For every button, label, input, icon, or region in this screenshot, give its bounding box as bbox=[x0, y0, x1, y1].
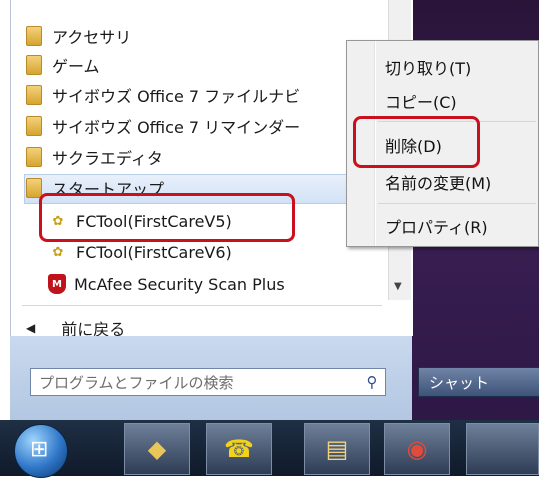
file-manager-icon: ▤ bbox=[325, 435, 349, 463]
fctool-icon: ✿ bbox=[52, 244, 64, 260]
context-menu-label: プロパティ(R) bbox=[385, 218, 488, 237]
program-folder-label: サクラエディタ bbox=[52, 149, 163, 168]
context-menu-properties[interactable]: プロパティ(R) bbox=[385, 214, 488, 238]
context-menu-label: 名前の変更(M) bbox=[385, 174, 492, 193]
taskbar-button-file-manager[interactable]: ▤ bbox=[304, 423, 370, 475]
taskbar-button-explorer[interactable]: ◆ bbox=[124, 423, 190, 475]
program-folder-games[interactable]: ゲーム bbox=[26, 51, 100, 79]
phone-icon: ☎ bbox=[224, 435, 254, 463]
highlight-box-delete bbox=[353, 116, 480, 168]
context-menu-label: 切り取り(T) bbox=[385, 59, 472, 78]
context-menu-label: コピー(C) bbox=[385, 93, 457, 112]
program-folder-label: アクセサリ bbox=[52, 28, 132, 47]
program-search-input[interactable]: プログラムとファイルの検索 ⚲ bbox=[30, 368, 386, 396]
folder-icon bbox=[26, 26, 42, 46]
menu-divider bbox=[22, 305, 382, 306]
shutdown-button[interactable]: シャット bbox=[418, 367, 539, 397]
mcafee-shield-icon: M bbox=[48, 274, 66, 294]
startup-item-mcafee[interactable]: M McAfee Security Scan Plus bbox=[48, 270, 285, 298]
context-menu-separator bbox=[378, 203, 536, 204]
program-folder-sakura-editor[interactable]: サクラエディタ bbox=[26, 143, 163, 171]
program-folder-accessories[interactable]: アクセサリ bbox=[26, 22, 131, 50]
taskbar-button-chrome[interactable]: ◉ bbox=[384, 423, 450, 475]
program-folder-label: ゲーム bbox=[52, 57, 100, 76]
search-icon[interactable]: ⚲ bbox=[359, 373, 385, 391]
shutdown-label: シャット bbox=[429, 373, 490, 392]
context-menu-copy[interactable]: コピー(C) bbox=[385, 89, 457, 113]
windows-explorer-icon: ◆ bbox=[147, 435, 167, 463]
folder-icon bbox=[26, 55, 42, 75]
program-folder-cybozu-reminder[interactable]: サイボウズ Office 7 リマインダー bbox=[26, 112, 300, 140]
program-folder-label: サイボウズ Office 7 リマインダー bbox=[52, 118, 301, 137]
back-arrow-icon: ◀ bbox=[26, 321, 36, 335]
folder-icon bbox=[26, 116, 42, 136]
context-menu-cut[interactable]: 切り取り(T) bbox=[385, 55, 471, 79]
windows-logo-icon: ⊞ bbox=[30, 437, 49, 462]
chrome-icon: ◉ bbox=[406, 435, 428, 463]
startup-item-label: McAfee Security Scan Plus bbox=[74, 274, 285, 294]
program-folder-label: サイボウズ Office 7 ファイルナビ bbox=[52, 87, 301, 106]
startup-item-label: FCTool(FirstCareV6) bbox=[76, 242, 232, 262]
scroll-down-arrow-icon[interactable]: ▼ bbox=[394, 281, 402, 292]
folder-icon bbox=[26, 85, 42, 105]
folder-icon bbox=[26, 147, 42, 167]
context-menu-rename[interactable]: 名前の変更(M) bbox=[385, 170, 491, 194]
taskbar-button-phone[interactable]: ☎ bbox=[206, 423, 272, 475]
program-folder-cybozu-filenavi[interactable]: サイボウズ Office 7 ファイルナビ bbox=[26, 81, 300, 109]
taskbar-button-overflow[interactable] bbox=[466, 423, 539, 475]
search-placeholder: プログラムとファイルの検索 bbox=[39, 373, 234, 392]
highlight-box-fctool-v5 bbox=[39, 193, 295, 242]
startup-item-fctool-v6[interactable]: ✿ FCTool(FirstCareV6) bbox=[48, 238, 232, 266]
folder-icon bbox=[26, 178, 42, 198]
